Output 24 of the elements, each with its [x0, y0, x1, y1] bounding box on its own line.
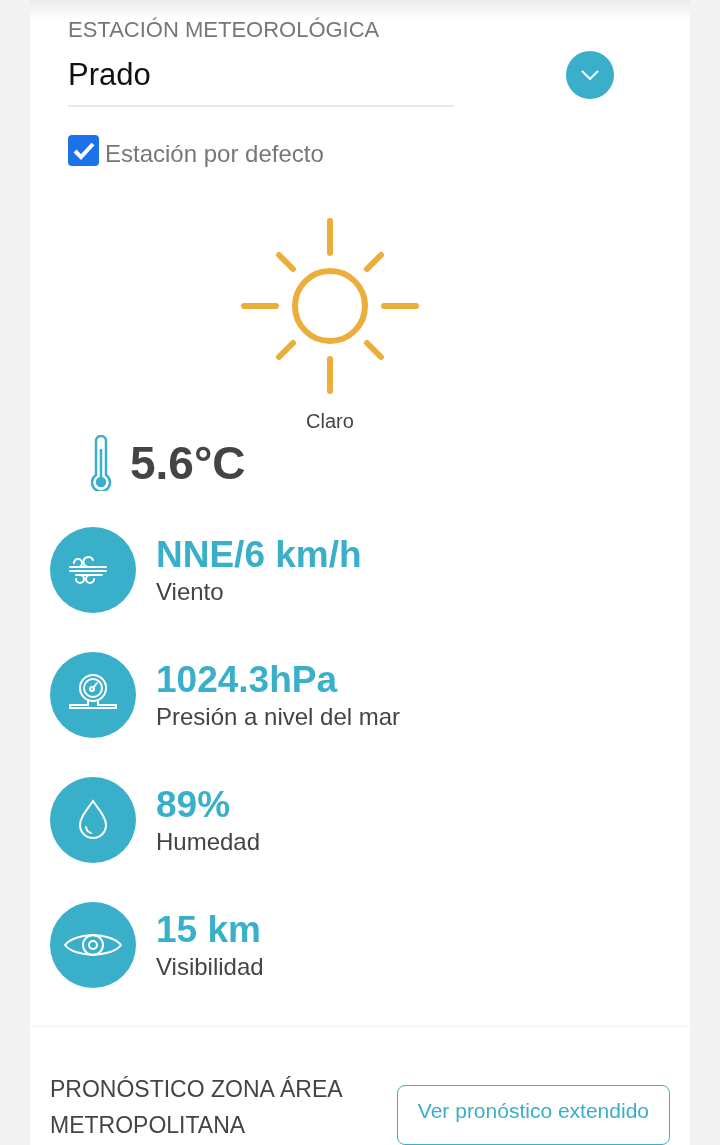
condition-label: Claro — [306, 408, 354, 433]
sun-icon — [240, 216, 420, 395]
chevron-down-icon — [581, 69, 599, 80]
metric-value: 89% — [156, 782, 232, 827]
metric-label: Presión a nivel del mar — [156, 701, 401, 732]
dropdown-button[interactable] — [566, 50, 614, 99]
gauge-icon — [50, 651, 136, 738]
thermometer-icon — [88, 434, 114, 491]
metric-label: Viento — [156, 576, 225, 607]
station-value[interactable]: Prado — [68, 56, 151, 93]
metric-label: Humedad — [156, 826, 261, 857]
checkbox-label: Estación por defecto — [105, 138, 324, 169]
metric-value: 1024.3hPa — [156, 657, 339, 702]
checkbox[interactable] — [68, 135, 99, 167]
drop-icon — [50, 776, 136, 863]
metric-value: 15 km — [156, 907, 262, 952]
temperature-value: 5.6°C — [130, 435, 246, 491]
forecast-title: PRONÓSTICO ZONA ÁREA METROPOLITANA — [50, 1075, 343, 1140]
wind-icon — [50, 526, 136, 613]
metric-label: Visibilidad — [156, 951, 264, 982]
metric-value: NNE/6 km/h — [156, 532, 362, 577]
station-label: ESTACIÓN METEOROLÓGICA — [68, 16, 381, 43]
checkmark-icon — [72, 141, 95, 160]
eye-icon — [50, 901, 136, 988]
